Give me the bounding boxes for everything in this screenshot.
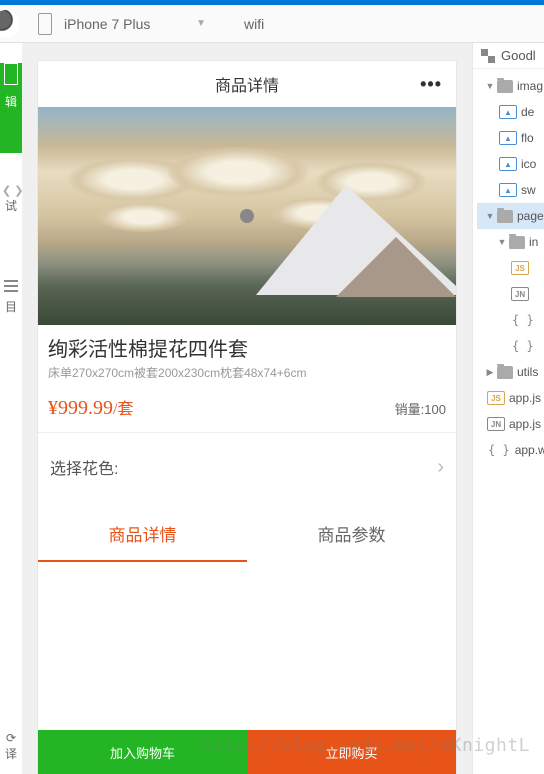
- folder-utils[interactable]: ▶utils: [477, 359, 544, 385]
- nav-compile[interactable]: ⟳译: [0, 701, 22, 768]
- cloud-shape: [98, 202, 188, 232]
- folder-icon: [509, 236, 525, 249]
- page-header: 商品详情 •••: [38, 61, 456, 107]
- tree-icon: [481, 49, 495, 63]
- folder-index[interactable]: ▼in: [477, 229, 544, 255]
- device-name: iPhone 7 Plus: [64, 16, 150, 32]
- file-app-js[interactable]: JSapp.js: [477, 385, 544, 411]
- folder-icon: [497, 80, 513, 93]
- add-to-cart-button[interactable]: 加入购物车: [38, 730, 247, 774]
- file-tree: ▼imag ▲de ▲flo ▲ico ▲sw ▼page ▼in JS JN …: [473, 69, 544, 463]
- buy-now-button[interactable]: 立即购买: [247, 730, 456, 774]
- device-icon[interactable]: [38, 13, 52, 35]
- folder-pages[interactable]: ▼page: [477, 203, 544, 229]
- project-name: Goodl: [501, 48, 536, 63]
- file-item[interactable]: JN: [477, 281, 544, 307]
- detail-tabs: 商品详情 商品参数: [38, 507, 456, 562]
- json-icon: JN: [487, 417, 505, 431]
- file-app-json[interactable]: JNapp.js: [477, 411, 544, 437]
- image-icon: ▲: [499, 157, 517, 171]
- folder-images[interactable]: ▼imag: [477, 73, 544, 99]
- file-item[interactable]: ▲ico: [477, 151, 544, 177]
- product-sales: 销量:100: [395, 399, 446, 418]
- option-label: 选择花色:: [50, 455, 118, 479]
- simulator: 商品详情 ••• 绚彩活性棉提花四件套 床单270x270cm被套200x230…: [22, 43, 472, 774]
- device-select[interactable]: iPhone 7 Plus ▼: [64, 16, 214, 32]
- file-item[interactable]: { }: [477, 333, 544, 359]
- nav-project[interactable]: 目: [0, 220, 22, 321]
- file-item[interactable]: ▲flo: [477, 125, 544, 151]
- image-icon: ▲: [499, 183, 517, 197]
- dev-toolbar: iPhone 7 Plus ▼ wifi: [0, 5, 544, 43]
- list-icon: [4, 280, 18, 292]
- file-item[interactable]: JS: [477, 255, 544, 281]
- edit-icon: [4, 63, 18, 85]
- image-icon: ▲: [499, 131, 517, 145]
- wxss-icon: { }: [512, 313, 534, 327]
- option-select[interactable]: 选择花色: ›: [38, 433, 456, 501]
- product-title: 绚彩活性棉提花四件套: [48, 333, 446, 362]
- mountain-shape: [336, 237, 456, 297]
- project-header[interactable]: Goodl: [473, 43, 544, 69]
- chevron-right-icon: ›: [437, 456, 444, 479]
- nav-edit[interactable]: 辑: [0, 63, 22, 153]
- page-title: 商品详情: [215, 72, 279, 96]
- wxml-icon: { }: [512, 339, 534, 353]
- product-image[interactable]: [38, 107, 456, 325]
- chevron-down-icon: ▼: [196, 18, 206, 29]
- avatar[interactable]: [0, 10, 20, 38]
- image-icon: ▲: [499, 105, 517, 119]
- file-app-wxss[interactable]: { }app.w: [477, 437, 544, 463]
- json-icon: JN: [511, 287, 529, 301]
- file-explorer: Goodl ▼imag ▲de ▲flo ▲ico ▲sw ▼page ▼in …: [472, 43, 544, 774]
- tab-params[interactable]: 商品参数: [247, 507, 456, 562]
- product-info: 绚彩活性棉提花四件套 床单270x270cm被套200x230cm枕套48x74…: [38, 325, 456, 433]
- more-icon[interactable]: •••: [420, 74, 442, 95]
- file-item[interactable]: ▲sw: [477, 177, 544, 203]
- left-nav: 辑 ❮ ❯试 目 ⟳译: [0, 43, 22, 774]
- product-subtitle: 床单270x270cm被套200x230cm枕套48x74+6cm: [48, 364, 446, 381]
- page-indicator: [240, 209, 254, 223]
- folder-icon: [497, 210, 513, 223]
- network-name: wifi: [244, 16, 264, 32]
- action-bar: 加入购物车 立即购买: [38, 730, 456, 774]
- nav-debug[interactable]: ❮ ❯试: [0, 153, 22, 220]
- product-price: ¥999.99/套: [48, 395, 133, 420]
- js-icon: JS: [511, 261, 529, 275]
- phone-frame: 商品详情 ••• 绚彩活性棉提花四件套 床单270x270cm被套200x230…: [38, 61, 456, 774]
- compile-icon: ⟳: [6, 731, 16, 745]
- chevron-icon: ❮ ❯: [0, 185, 22, 197]
- network-select[interactable]: wifi: [214, 16, 394, 32]
- folder-icon: [497, 366, 513, 379]
- js-icon: JS: [487, 391, 505, 405]
- file-item[interactable]: { }: [477, 307, 544, 333]
- file-item[interactable]: ▲de: [477, 99, 544, 125]
- tab-detail[interactable]: 商品详情: [38, 507, 247, 562]
- wxss-icon: { }: [488, 443, 510, 457]
